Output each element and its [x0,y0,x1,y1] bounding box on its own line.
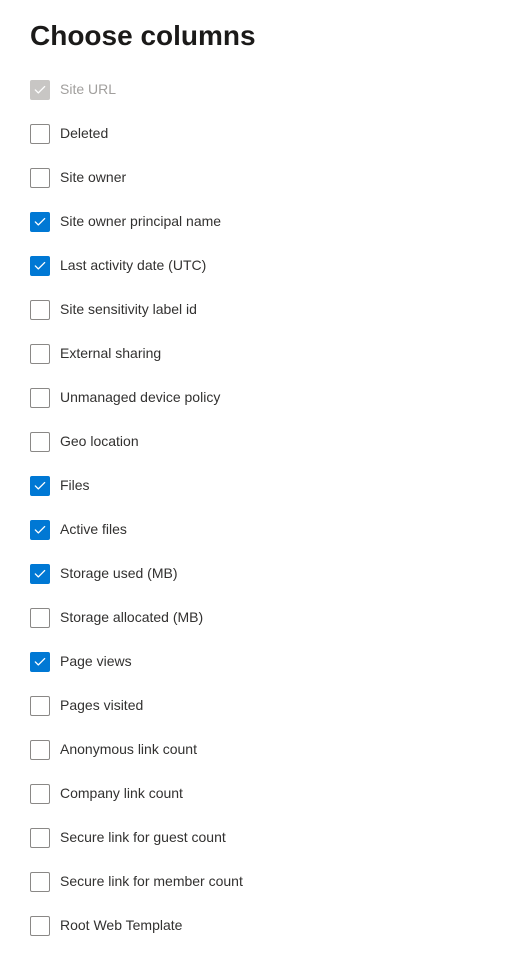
checkmark-icon [33,83,47,97]
column-option[interactable]: Page views [30,652,476,672]
checkbox[interactable] [30,608,50,628]
checkbox[interactable] [30,696,50,716]
checkmark-icon [33,259,47,273]
checkbox[interactable] [30,388,50,408]
checkbox[interactable] [30,872,50,892]
checkbox-label: Deleted [60,124,108,144]
page-title: Choose columns [30,20,476,52]
column-option: Site URL [30,80,476,100]
checkbox-label: Active files [60,520,127,540]
checkbox-label: Company link count [60,784,183,804]
column-option[interactable]: Secure link for guest count [30,828,476,848]
checkbox-label: Last activity date (UTC) [60,256,206,276]
checkbox-label: Files [60,476,90,496]
column-option[interactable]: Last activity date (UTC) [30,256,476,276]
checkbox [30,80,50,100]
checkbox[interactable] [30,652,50,672]
column-option[interactable]: Secure link for member count [30,872,476,892]
checkbox-label: Site sensitivity label id [60,300,197,320]
checkmark-icon [33,479,47,493]
checkbox[interactable] [30,916,50,936]
checkbox-label: Site owner principal name [60,212,221,232]
checkbox-label: Page views [60,652,132,672]
column-option[interactable]: Company link count [30,784,476,804]
checkbox-label: Secure link for member count [60,872,243,892]
checkbox-label: Pages visited [60,696,143,716]
checkbox[interactable] [30,828,50,848]
checkbox-label: Root Web Template [60,916,182,936]
column-option[interactable]: Active files [30,520,476,540]
checkbox-label: Anonymous link count [60,740,197,760]
checkbox[interactable] [30,520,50,540]
column-option[interactable]: Deleted [30,124,476,144]
column-option[interactable]: Site owner principal name [30,212,476,232]
column-option[interactable]: Storage allocated (MB) [30,608,476,628]
checkbox-label: Geo location [60,432,139,452]
checkmark-icon [33,567,47,581]
checkbox[interactable] [30,784,50,804]
checkbox-label: Storage allocated (MB) [60,608,203,628]
column-option[interactable]: Files [30,476,476,496]
column-option[interactable]: Unmanaged device policy [30,388,476,408]
checkbox[interactable] [30,124,50,144]
checkmark-icon [33,655,47,669]
checkbox[interactable] [30,476,50,496]
checkbox-label: Secure link for guest count [60,828,226,848]
column-option[interactable]: Storage used (MB) [30,564,476,584]
column-option[interactable]: Site owner [30,168,476,188]
column-checkbox-list: Site URL Deleted Site owner Site owner prin… [30,80,476,936]
checkbox[interactable] [30,432,50,452]
checkbox[interactable] [30,168,50,188]
checkbox[interactable] [30,256,50,276]
column-option[interactable]: Root Web Template [30,916,476,936]
checkbox-label: External sharing [60,344,161,364]
checkbox-label: Site owner [60,168,126,188]
column-option[interactable]: Geo location [30,432,476,452]
checkmark-icon [33,215,47,229]
checkbox[interactable] [30,564,50,584]
checkbox-label: Storage used (MB) [60,564,178,584]
column-option[interactable]: External sharing [30,344,476,364]
checkbox[interactable] [30,212,50,232]
checkbox[interactable] [30,344,50,364]
column-option[interactable]: Pages visited [30,696,476,716]
column-option[interactable]: Anonymous link count [30,740,476,760]
checkbox[interactable] [30,740,50,760]
checkbox-label: Unmanaged device policy [60,388,220,408]
checkmark-icon [33,523,47,537]
checkbox-label: Site URL [60,80,116,100]
checkbox[interactable] [30,300,50,320]
column-option[interactable]: Site sensitivity label id [30,300,476,320]
